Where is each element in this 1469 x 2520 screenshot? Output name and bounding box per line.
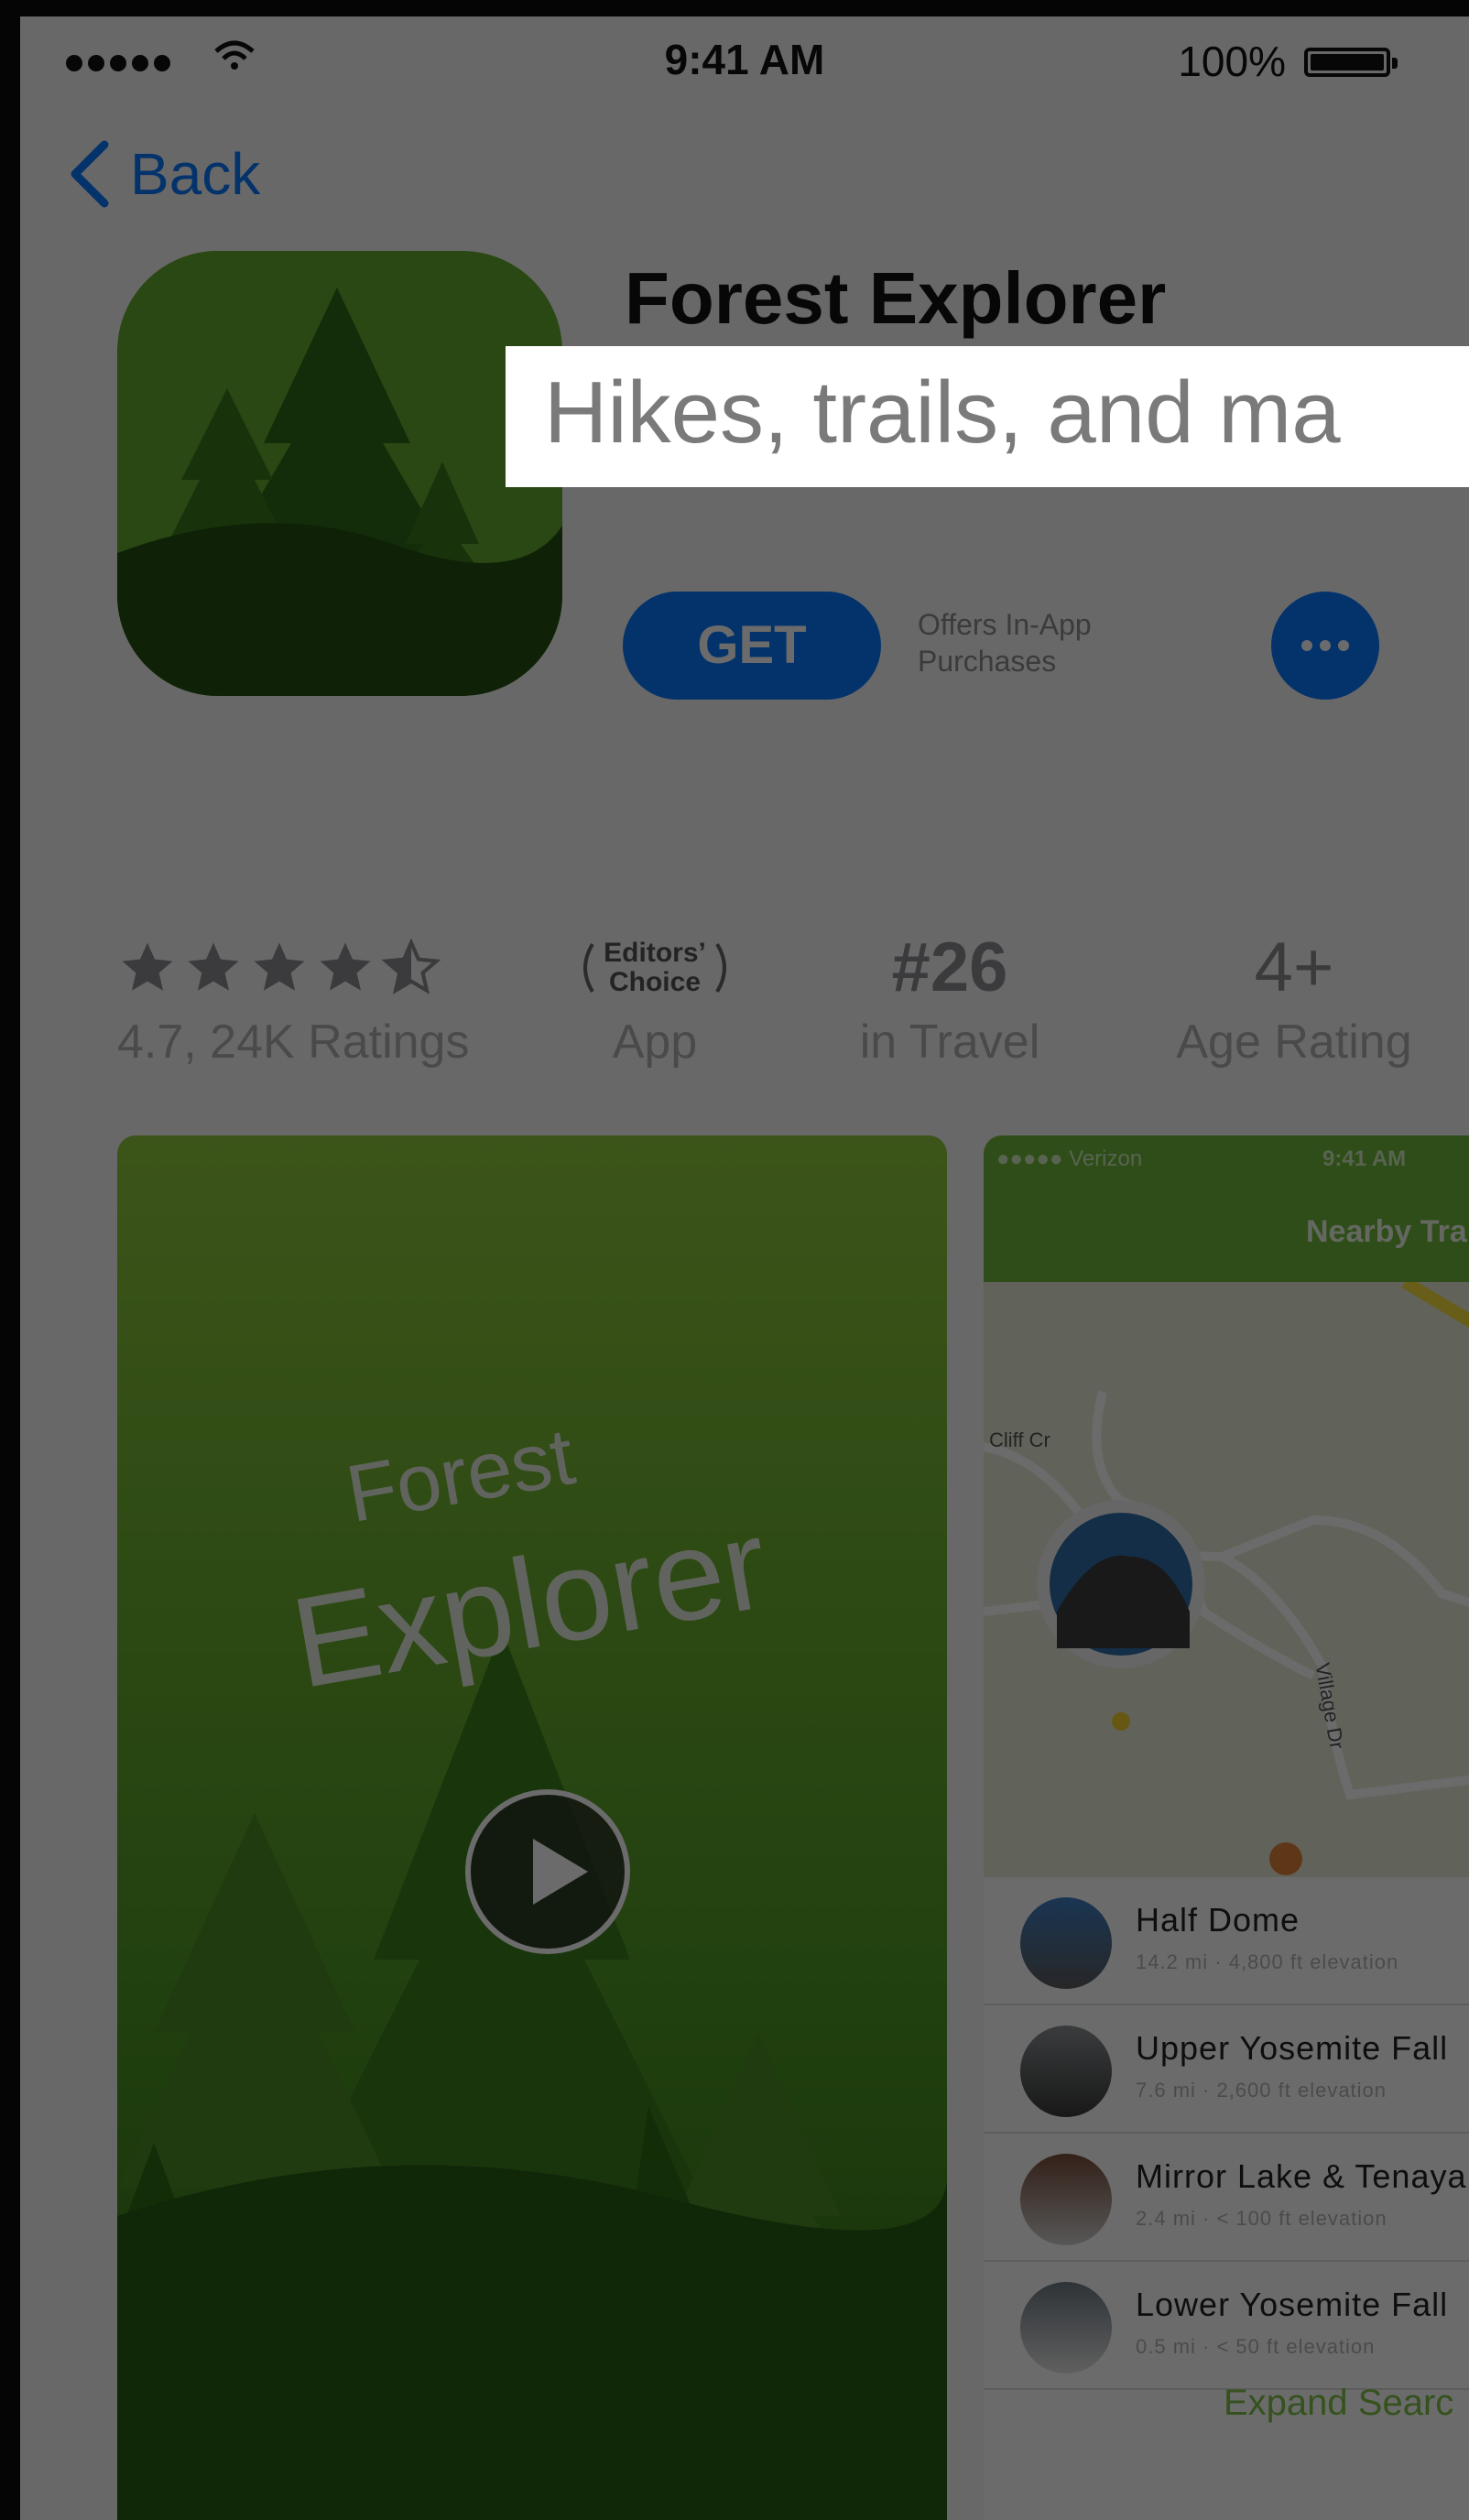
trail-name: Upper Yosemite Fall [1136,2029,1449,2067]
editors-sub: App [612,1016,698,1069]
battery-percent: 100% [1178,38,1286,85]
chevron-left-icon [71,140,109,208]
screenshot-nearby-trails[interactable]: ●●●●● Verizon 9:41 AM Nearby Tra Cliff C… [984,1135,1469,2520]
editors-choice: Editors’ Choice App [550,927,760,1070]
app-icon [117,251,562,696]
back-button[interactable]: Back [68,139,260,209]
age-value: 4+ [1254,929,1334,1006]
laurel-right-icon [715,942,726,994]
screenshot-carrier: ●●●●● Verizon [996,1146,1143,1171]
editors-line-2: Choice [608,967,702,997]
trail-thumbnail [1020,2026,1112,2117]
screenshot-nav-title: Nearby Tra [1306,1214,1467,1249]
star-icon [188,942,239,991]
map-street-label-1: Cliff Cr [989,1428,1050,1451]
trail-name: Lower Yosemite Fall [1136,2286,1449,2323]
back-label: Back [130,141,261,207]
rank-sub: in Travel [859,1016,1040,1069]
subtitle-highlight: Hikes, trails, and ma [506,346,1469,487]
screenshot-time: 9:41 AM [1322,1146,1407,1171]
expand-search-button[interactable]: Expand Searc [1224,2383,1453,2424]
laurel-left-icon [583,942,594,994]
status-bar: 9:41 AM 100% [20,16,1469,99]
trail-meta: 2.4 mi · < 100 ft elevation [1136,2207,1387,2230]
play-icon[interactable] [465,1789,630,1954]
rating-text: 4.7, 24K Ratings [117,1016,470,1069]
trail-meta: 14.2 mi · 4,800 ft elevation [1136,1950,1399,1973]
trail-map: Cliff Cr Village Dr [984,1282,1469,1877]
trail-name: Mirror Lake & Tenaya [1136,2157,1467,2195]
star-icon [122,942,173,991]
trail-row[interactable]: Mirror Lake & Tenaya 2.4 mi · < 100 ft e… [984,2134,1469,2262]
trail-row[interactable]: Half Dome 14.2 mi · 4,800 ft elevation [984,1877,1469,2005]
iap-line-1: Offers In-App [918,608,1092,641]
trail-list: Half Dome 14.2 mi · 4,800 ft elevation U… [984,1877,1469,2390]
editors-line-1: Editors’ [604,938,706,968]
get-button[interactable]: GET [623,592,881,700]
trail-thumbnail [1020,2154,1112,2245]
screenshot-nav-bar: Nearby Tra [984,1181,1469,1282]
app-title: Forest Explorer [625,257,1167,339]
trail-row[interactable]: Upper Yosemite Fall 7.6 mi · 2,600 ft el… [984,2005,1469,2134]
preview-video[interactable]: Forest Explorer [117,1135,947,2520]
trail-row[interactable]: Lower Yosemite Fall 0.5 mi · < 50 ft ele… [984,2262,1469,2390]
in-app-purchases-note: Offers In-App Purchases [918,606,1092,679]
age-rating: 4+ Age Rating [1152,927,1436,1070]
star-icon [320,942,371,991]
star-rating [117,927,469,1009]
star-icon [254,942,305,991]
rating-info: 4.7, 24K Ratings [117,927,469,1070]
trail-thumbnail [1020,1897,1112,1989]
battery-icon [1304,48,1398,77]
more-options-button[interactable] [1271,592,1379,700]
trail-meta: 7.6 mi · 2,600 ft elevation [1136,2079,1387,2102]
rank-value: #26 [891,929,1008,1006]
age-sub: Age Rating [1176,1016,1412,1069]
trail-name: Half Dome [1136,1901,1300,1939]
chart-rank: #26 in Travel [844,927,1055,1070]
half-star-icon [381,938,441,994]
iap-line-2: Purchases [918,645,1057,678]
trail-thumbnail [1020,2282,1112,2373]
app-subtitle: Hikes, trails, and ma [544,364,1341,462]
trail-meta: 0.5 mi · < 50 ft elevation [1136,2335,1376,2358]
screenshot-status-bar: ●●●●● Verizon 9:41 AM [984,1135,1469,1181]
